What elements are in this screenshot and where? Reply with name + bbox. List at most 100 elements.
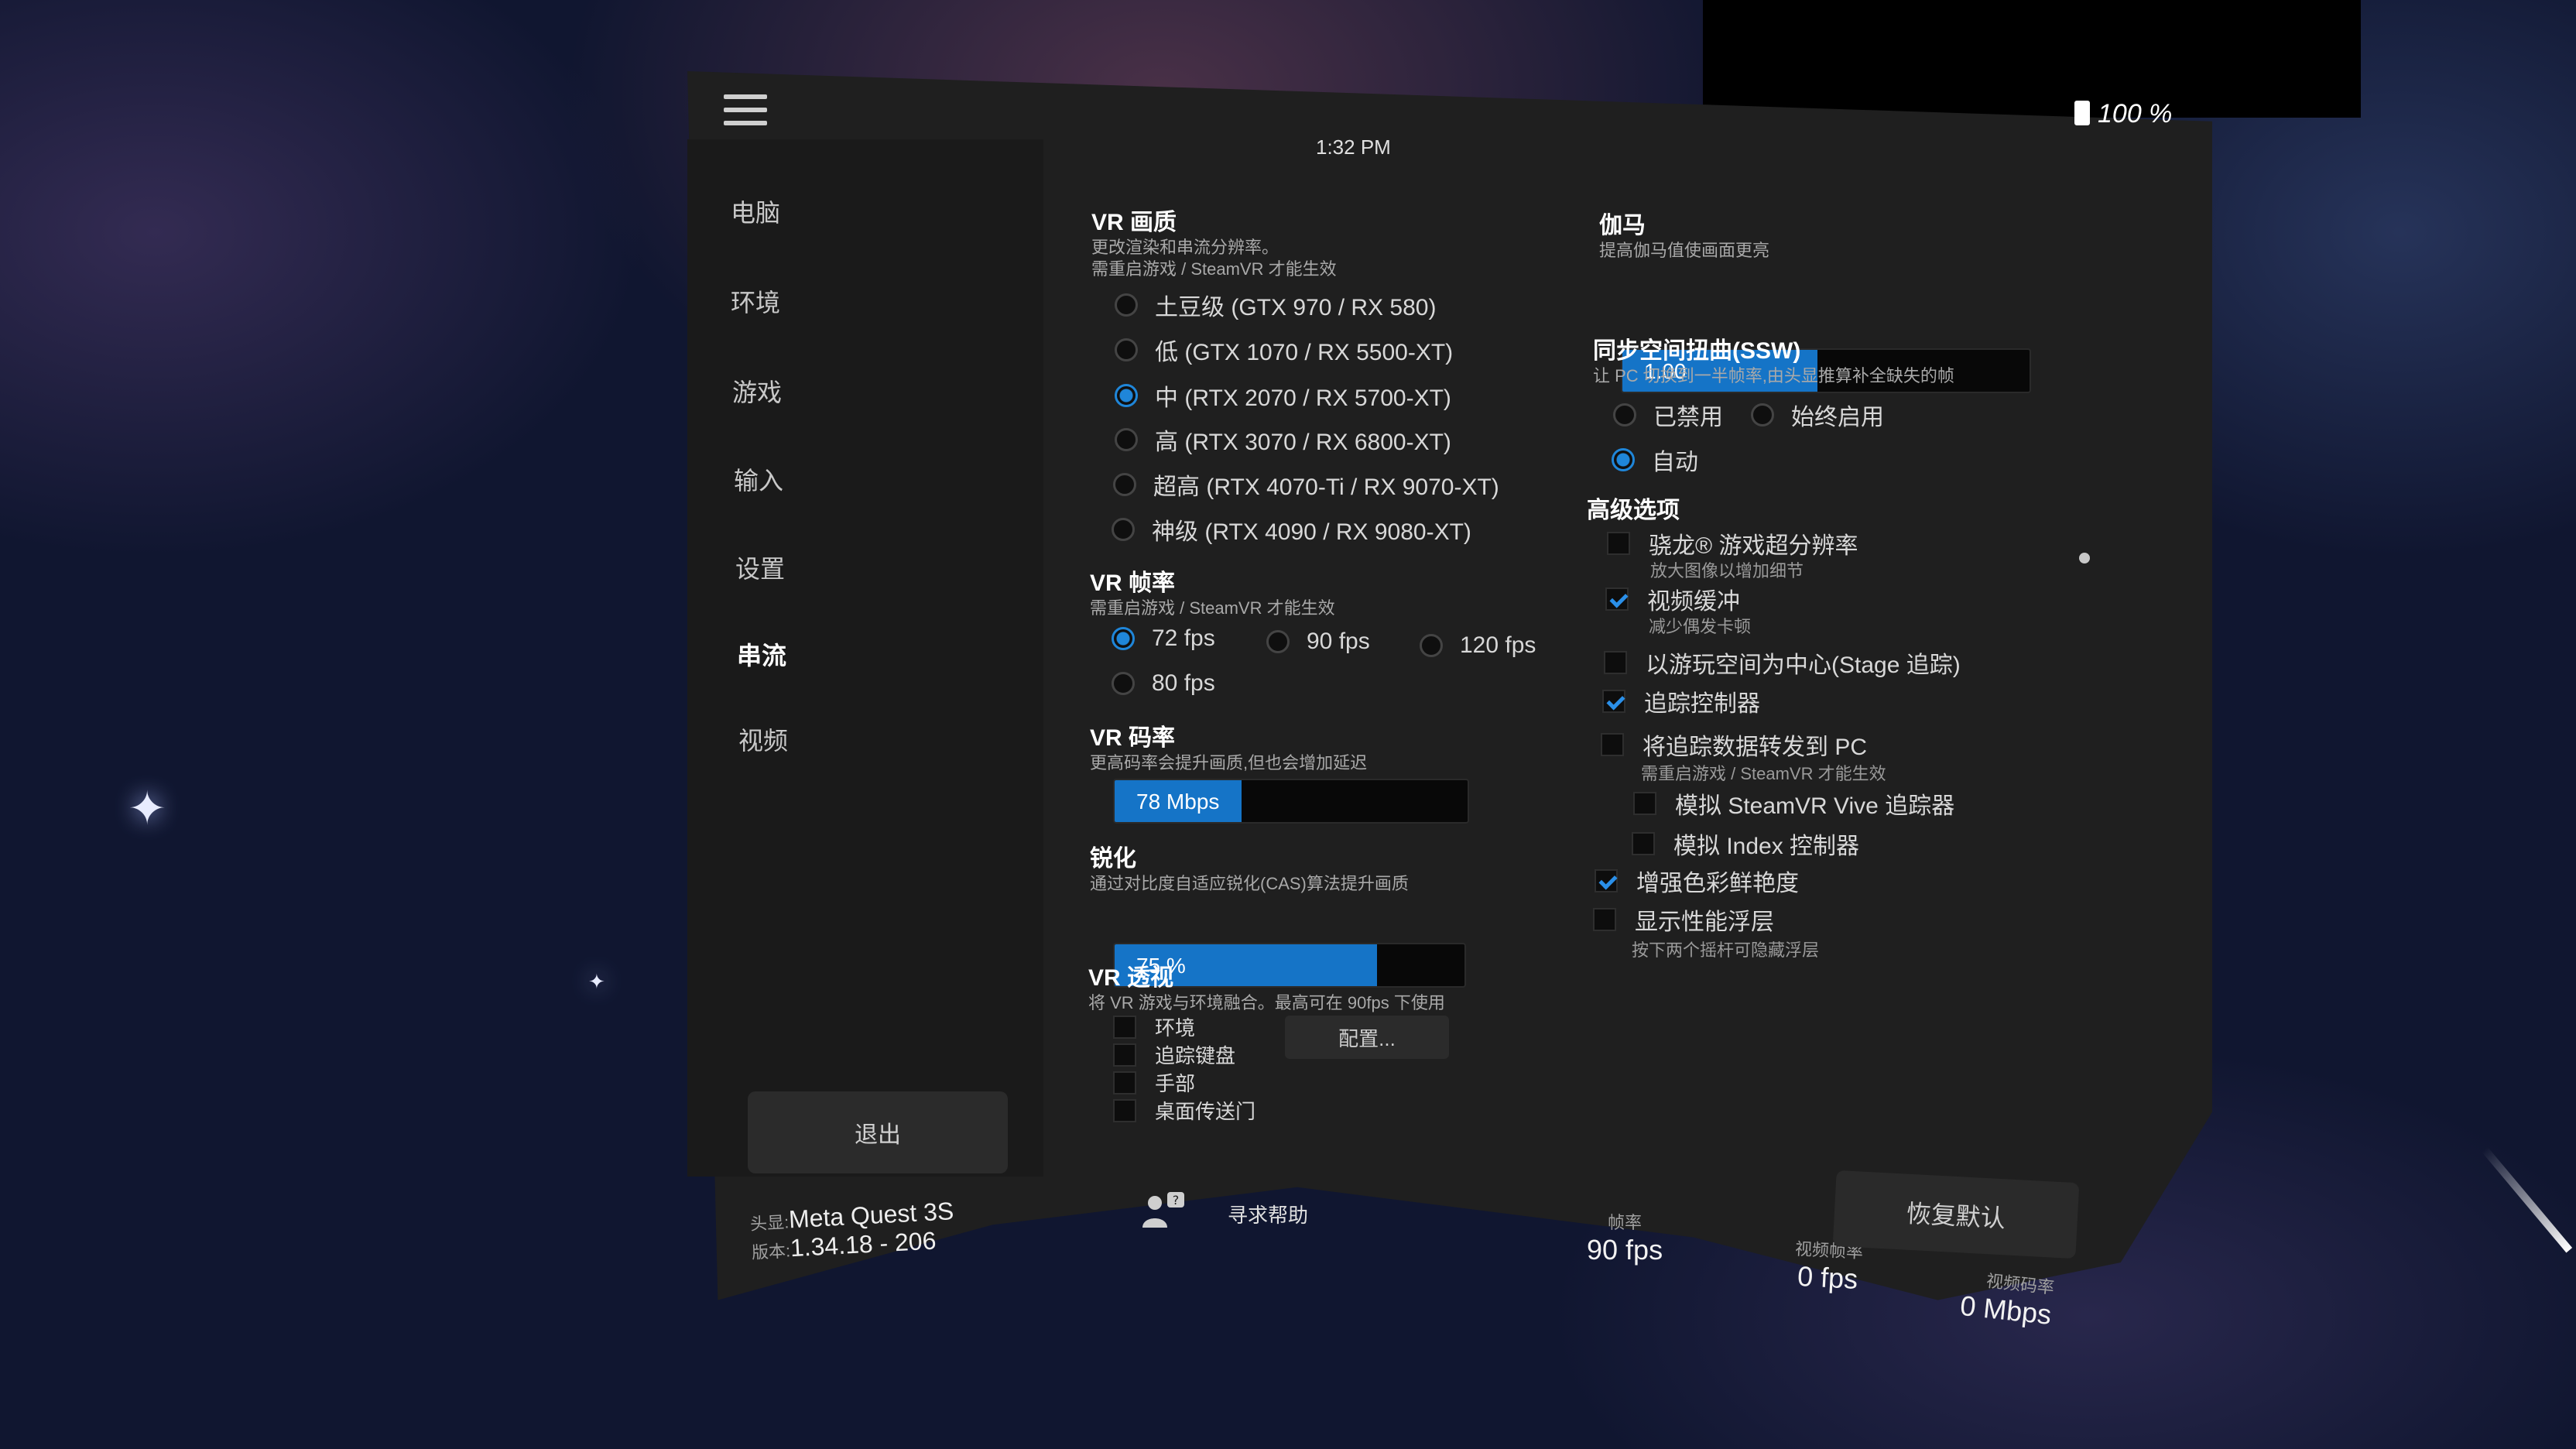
quality-option-low[interactable]: 低 (GTX 1070 / RX 5500-XT): [1115, 333, 1453, 367]
clock: 1:32 PM: [1316, 135, 1391, 159]
quality-option-ultra[interactable]: 超高 (RTX 4070-Ti / RX 9070-XT): [1113, 468, 1499, 502]
video-fps-value: 0 fps: [1797, 1259, 1859, 1295]
fps-label: 帧率: [1608, 1213, 1643, 1232]
sidebar-item-video[interactable]: 视频: [738, 721, 788, 757]
headset-label: 头显:: [749, 1212, 790, 1234]
checkbox-icon[interactable]: [1593, 908, 1616, 931]
passthrough-option-desktop-portal[interactable]: 桌面传送门: [1113, 1096, 1255, 1125]
video-bitrate-stat: 视频码率 0 Mbps: [1958, 1265, 2056, 1331]
battery-icon: [2074, 101, 2090, 125]
radio-icon[interactable]: [1112, 518, 1135, 541]
framerate-option-72[interactable]: 72 fps: [1112, 625, 1215, 652]
radio-icon[interactable]: [1266, 630, 1290, 653]
radio-icon[interactable]: [1420, 634, 1443, 657]
sidebar-item-settings[interactable]: 设置: [735, 550, 785, 585]
quality-option-potato[interactable]: 土豆级 (GTX 970 / RX 580): [1115, 288, 1436, 322]
scroll-indicator[interactable]: [2079, 553, 2090, 564]
gamma-desc: 提高伽马值使画面更亮: [1599, 241, 1770, 260]
vr-framerate-section: VR 帧率 需重启游戏 / SteamVR 才能生效: [1090, 564, 1335, 619]
checkbox-icon[interactable]: [1604, 651, 1627, 674]
advanced-option-track-controllers[interactable]: 追踪控制器: [1602, 684, 1760, 718]
radio-selected-icon[interactable]: [1112, 627, 1135, 650]
light-streak: [2482, 1146, 2573, 1253]
quality-option-godlike[interactable]: 神级 (RTX 4090 / RX 9080-XT): [1112, 512, 1471, 546]
checkbox-checked-icon[interactable]: [1605, 587, 1629, 611]
radio-selected-icon[interactable]: [1115, 384, 1138, 407]
radio-icon[interactable]: [1751, 403, 1774, 426]
checkbox-icon[interactable]: [1633, 792, 1656, 815]
sidebar-item-environment[interactable]: 环境: [731, 283, 780, 319]
advanced-option-emulate-vive-tracker[interactable]: 模拟 SteamVR Vive 追踪器: [1633, 786, 1954, 820]
gamma-title: 伽马: [1599, 213, 1646, 238]
quality-option-medium[interactable]: 中 (RTX 2070 / RX 5700-XT): [1115, 379, 1451, 413]
bitrate-slider-value: 78 Mbps: [1136, 790, 1220, 814]
vr-framerate-desc: 需重启游戏 / SteamVR 才能生效: [1090, 598, 1335, 618]
help-person-icon[interactable]: ?: [1139, 1190, 1189, 1231]
exit-button[interactable]: 退出: [748, 1091, 1008, 1173]
checkbox-checked-icon[interactable]: [1595, 869, 1618, 892]
checkbox-icon[interactable]: [1632, 832, 1655, 855]
radio-icon[interactable]: [1112, 672, 1135, 695]
radio-icon[interactable]: [1613, 403, 1636, 426]
black-overlay: [1703, 0, 2361, 118]
vr-quality-section: VR 画质 更改渲染和串流分辨率。 需重启游戏 / SteamVR 才能生效: [1091, 203, 1337, 280]
reset-defaults-button[interactable]: 恢复默认: [1832, 1170, 2080, 1259]
hamburger-menu-icon[interactable]: [724, 94, 767, 127]
star-decoration: ✦: [128, 783, 167, 834]
vr-bitrate-section: VR 码率 更高码率会提升画质,但也会增加延迟: [1090, 718, 1367, 774]
checkbox-icon[interactable]: [1607, 532, 1630, 555]
vr-bitrate-title: VR 码率: [1090, 725, 1176, 751]
help-link[interactable]: 寻求帮助: [1228, 1200, 1308, 1228]
ssw-title: 同步空间扭曲(SSW): [1593, 338, 1801, 364]
vr-bitrate-desc: 更高码率会提升画质,但也会增加延迟: [1090, 753, 1368, 772]
radio-selected-icon[interactable]: [1612, 448, 1635, 471]
ssw-option-auto[interactable]: 自动: [1612, 443, 1698, 477]
radio-icon[interactable]: [1115, 293, 1138, 317]
passthrough-config-button[interactable]: 配置...: [1285, 1016, 1449, 1059]
checkbox-icon[interactable]: [1113, 1015, 1136, 1039]
ssw-desc: 让 PC 切换到一半帧率,由头显推算补全缺失的帧: [1593, 366, 1954, 385]
checkbox-icon[interactable]: [1601, 733, 1624, 756]
sidebar-item-games[interactable]: 游戏: [732, 373, 782, 409]
svg-text:?: ?: [1173, 1193, 1180, 1208]
sidebar-item-input[interactable]: 输入: [734, 461, 783, 497]
vr-framerate-title: VR 帧率: [1090, 570, 1176, 596]
sidebar-item-pc[interactable]: 电脑: [731, 194, 780, 229]
advanced-option-forward-tracking[interactable]: 将追踪数据转发到 PC: [1601, 728, 1867, 762]
passthrough-option-hands[interactable]: 手部: [1113, 1068, 1195, 1097]
quality-option-high[interactable]: 高 (RTX 3070 / RX 6800-XT): [1115, 423, 1451, 457]
framerate-option-80[interactable]: 80 fps: [1112, 670, 1215, 697]
radio-icon[interactable]: [1113, 473, 1136, 496]
advanced-option-forward-tracking-sub: 需重启游戏 / SteamVR 才能生效: [1641, 764, 1886, 783]
passthrough-option-environment[interactable]: 环境: [1113, 1012, 1195, 1041]
checkbox-icon[interactable]: [1113, 1043, 1136, 1067]
advanced-option-emulate-index[interactable]: 模拟 Index 控制器: [1632, 827, 1859, 861]
passthrough-section: VR 透视 将 VR 游戏与环境融合。最高可在 90fps 下使用: [1088, 958, 1445, 1014]
advanced-option-perf-overlay[interactable]: 显示性能浮层: [1593, 903, 1774, 937]
radio-icon[interactable]: [1115, 338, 1138, 361]
checkbox-checked-icon[interactable]: [1602, 690, 1625, 713]
passthrough-option-keyboard[interactable]: 追踪键盘: [1113, 1040, 1235, 1069]
checkbox-icon[interactable]: [1113, 1070, 1136, 1094]
advanced-title: 高级选项: [1587, 498, 1680, 523]
ssw-section: 同步空间扭曲(SSW) 让 PC 切换到一半帧率,由头显推算补全缺失的帧: [1593, 331, 1954, 387]
gamma-section: 伽马 提高伽马值使画面更亮: [1599, 206, 1769, 262]
sidebar-item-streaming[interactable]: 串流: [737, 636, 786, 672]
framerate-option-120[interactable]: 120 fps: [1420, 632, 1536, 659]
advanced-option-snapdragon-sr[interactable]: 骁龙® 游戏超分辨率: [1607, 526, 1858, 560]
battery-percent: 100 %: [2098, 99, 2173, 128]
ssw-option-always[interactable]: 始终启用: [1751, 398, 1884, 432]
ssw-option-disabled[interactable]: 已禁用: [1613, 398, 1723, 432]
radio-icon[interactable]: [1115, 428, 1138, 451]
bitrate-slider[interactable]: 78 Mbps: [1113, 779, 1469, 824]
advanced-option-video-buffer-sub: 减少偶发卡顿: [1649, 617, 1752, 636]
advanced-option-color-vibrance[interactable]: 增强色彩鲜艳度: [1595, 864, 1799, 898]
sharpen-section: 锐化 通过对比度自适应锐化(CAS)算法提升画质: [1090, 839, 1409, 895]
vr-quality-restart-note: 需重启游戏 / SteamVR 才能生效: [1091, 259, 1337, 279]
framerate-option-90[interactable]: 90 fps: [1266, 629, 1370, 655]
sharpen-title: 锐化: [1090, 846, 1136, 872]
advanced-option-stage-tracking[interactable]: 以游玩空间为中心(Stage 追踪): [1604, 646, 1961, 680]
checkbox-icon[interactable]: [1113, 1098, 1136, 1122]
advanced-option-perf-overlay-sub: 按下两个摇杆可隐藏浮层: [1632, 940, 1820, 960]
advanced-option-video-buffer[interactable]: 视频缓冲: [1605, 582, 1740, 616]
